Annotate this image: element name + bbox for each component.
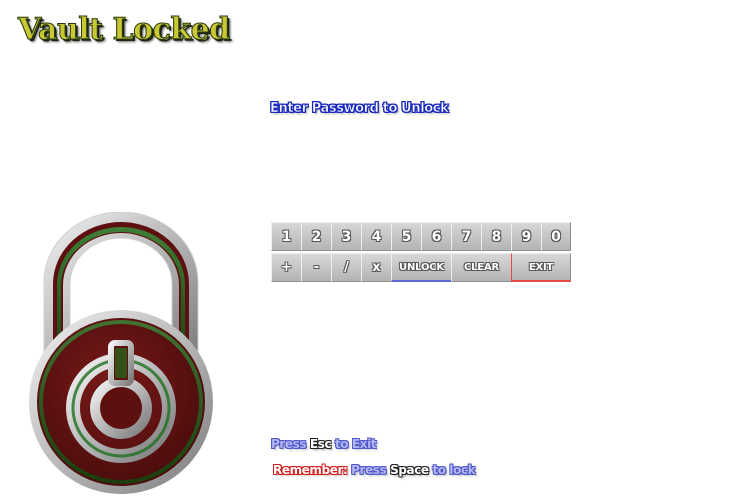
keypad: 1 2 3 4 5 6 7 8 9 0 + - / x UNLOCK CLEAR… (271, 222, 571, 283)
lock-hint-key: Space (390, 463, 429, 477)
lock-hint: Remember: Press Space to lock (273, 463, 476, 477)
key-4[interactable]: 4 (361, 222, 392, 251)
key-minus[interactable]: - (301, 253, 332, 282)
key-1[interactable]: 1 (271, 222, 302, 251)
key-7[interactable]: 7 (451, 222, 482, 251)
key-plus[interactable]: + (271, 253, 302, 282)
password-prompt: Enter Password to Unlock (270, 101, 449, 117)
key-2[interactable]: 2 (301, 222, 332, 251)
lock-hint-action: to lock (432, 463, 476, 477)
exit-hint-press: Press (271, 437, 307, 451)
key-multiply[interactable]: x (361, 253, 392, 282)
padlock-icon (29, 212, 213, 494)
app-title: Vault Locked (18, 12, 231, 48)
unlock-button[interactable]: UNLOCK (391, 253, 452, 282)
key-divide[interactable]: / (331, 253, 362, 282)
key-9[interactable]: 9 (511, 222, 542, 251)
lock-hint-press: Press (351, 463, 387, 477)
exit-hint-action: to Exit (334, 437, 377, 451)
key-5[interactable]: 5 (391, 222, 422, 251)
lock-hint-remember: Remember: (273, 463, 348, 477)
key-0[interactable]: 0 (541, 222, 571, 251)
key-6[interactable]: 6 (421, 222, 452, 251)
vault-window: Vault Locked Enter Password to Unlock 1 … (0, 0, 748, 500)
exit-hint: Press Esc to Exit (271, 437, 377, 451)
exit-hint-key: Esc (309, 437, 332, 451)
clear-button[interactable]: CLEAR (451, 253, 512, 282)
exit-button[interactable]: EXIT (511, 253, 571, 282)
key-8[interactable]: 8 (481, 222, 512, 251)
key-3[interactable]: 3 (331, 222, 362, 251)
